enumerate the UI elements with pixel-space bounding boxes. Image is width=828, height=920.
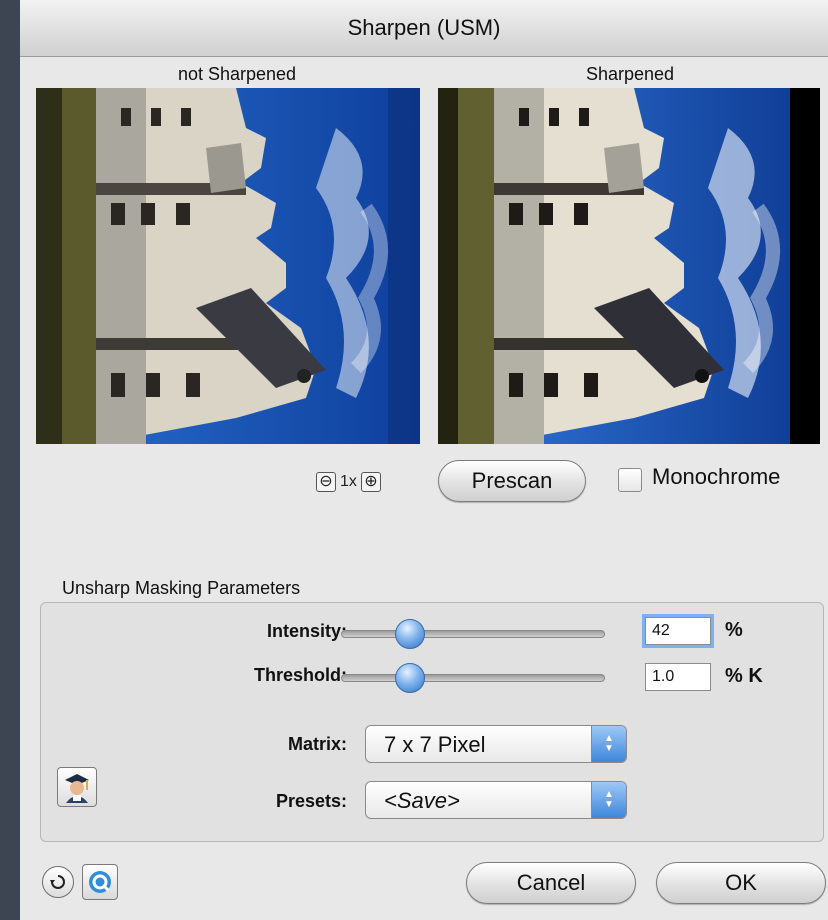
intensity-label: Intensity: [266, 621, 347, 641]
zoom-level: 1x [340, 473, 357, 490]
zoom-in-icon[interactable]: ⊕ [360, 472, 381, 492]
presets-select[interactable]: <Save> ▲ ▼ [365, 781, 627, 819]
professor-avatar-icon[interactable] [57, 767, 97, 807]
ok-button[interactable]: OK [656, 862, 826, 904]
castle-photo-original [36, 88, 420, 444]
zoom-out-icon[interactable]: ⊖ [316, 472, 336, 492]
intensity-slider-knob[interactable] [395, 619, 425, 649]
threshold-input[interactable]: 1.0 [645, 663, 711, 691]
prescan-button[interactable]: Prescan [438, 460, 586, 502]
preview-caption-original: not Sharpened [177, 64, 297, 84]
stepper-arrows-icon: ▲ ▼ [591, 782, 626, 818]
window-title: Sharpen (USM) [347, 15, 501, 40]
preview-not-sharpened [36, 88, 420, 444]
stepper-arrows-icon: ▲ ▼ [591, 726, 626, 762]
intensity-slider-track[interactable] [341, 630, 605, 638]
matrix-label: Matrix: [287, 734, 347, 754]
matrix-select[interactable]: 7 x 7 Pixel ▲ ▼ [365, 725, 627, 763]
intensity-input[interactable]: 42 [645, 617, 711, 645]
threshold-unit: % K [725, 665, 763, 687]
matrix-selected-value: 7 x 7 Pixel [384, 732, 486, 757]
zoom-control: ⊖ 1x ⊕ [316, 470, 381, 494]
title-bar[interactable]: Sharpen (USM) [20, 0, 828, 57]
quickhelp-icon[interactable] [82, 864, 118, 900]
threshold-slider-knob[interactable] [395, 663, 425, 693]
preview-caption-sharpened: Sharpened [585, 64, 675, 84]
usm-parameters-group: Intensity: 42 % Threshold: 1.0 % K Matri… [40, 602, 824, 842]
intensity-unit: % [725, 619, 743, 641]
monochrome-checkbox[interactable] [618, 468, 642, 492]
castle-photo-sharpened [438, 88, 820, 444]
sharpen-dialog: Sharpen (USM) not Sharpened Sharpened ⊖ … [20, 0, 828, 920]
usm-group-title: Unsharp Masking Parameters [62, 578, 301, 598]
preview-sharpened [438, 88, 820, 444]
cancel-button[interactable]: Cancel [466, 862, 636, 904]
presets-label: Presets: [275, 791, 347, 811]
monochrome-label[interactable]: Monochrome [652, 464, 780, 490]
presets-selected-value: <Save> [384, 788, 460, 813]
reset-icon[interactable] [42, 866, 74, 898]
threshold-label: Threshold: [254, 665, 347, 685]
threshold-slider-track[interactable] [341, 674, 605, 682]
